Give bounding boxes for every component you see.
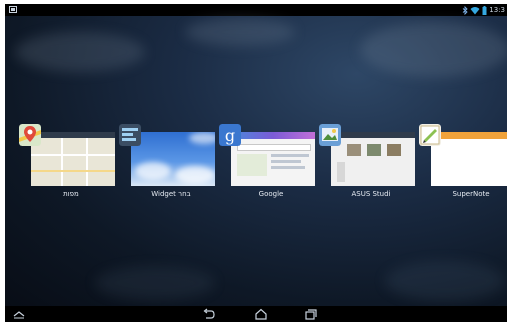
app-thumbnail[interactable] [331, 132, 415, 186]
app-label: מפות [63, 190, 79, 198]
clock: 13:3 [489, 6, 505, 14]
google-search-icon: g [219, 124, 241, 146]
app-label: Google [258, 190, 284, 198]
app-thumbnail[interactable] [431, 132, 507, 186]
widget-picker-icon [119, 124, 141, 146]
status-bar: 13:3 [5, 4, 507, 16]
screenshot-icon [9, 6, 17, 13]
back-icon[interactable] [201, 307, 217, 321]
recent-app-card[interactable]: Widget בחר [119, 124, 221, 212]
status-icons: 13:3 [462, 5, 505, 15]
home-icon[interactable] [253, 307, 269, 321]
navigation-bar [5, 306, 507, 322]
app-thumbnail[interactable] [131, 132, 215, 186]
tablet-screen: 13:3 מפות Widget בחר g Google ASUS Studi… [5, 4, 507, 322]
asus-studio-icon [319, 124, 341, 146]
wifi-icon [470, 6, 480, 14]
battery-icon [482, 5, 487, 15]
supernote-icon [419, 124, 441, 146]
recent-app-card[interactable]: ASUS Studi [319, 124, 421, 212]
app-label: Widget בחר [151, 190, 191, 198]
maps-icon [19, 124, 41, 146]
recent-app-card[interactable]: SuperNote [419, 124, 507, 212]
wallpaper: מפות Widget בחר g Google ASUS Studi Supe… [5, 16, 507, 306]
recent-apps-list: מפות Widget בחר g Google ASUS Studi Supe… [5, 16, 507, 306]
recents-up-icon[interactable] [11, 307, 27, 321]
bluetooth-icon [462, 5, 468, 15]
app-label: ASUS Studi [351, 190, 391, 198]
svg-text:g: g [225, 126, 235, 145]
recent-app-card[interactable]: מפות [19, 124, 121, 212]
recent-apps-icon[interactable] [303, 307, 319, 321]
app-thumbnail[interactable] [231, 132, 315, 186]
app-label: SuperNote [452, 190, 490, 198]
app-thumbnail[interactable] [31, 132, 115, 186]
recent-app-card[interactable]: g Google [219, 124, 321, 212]
